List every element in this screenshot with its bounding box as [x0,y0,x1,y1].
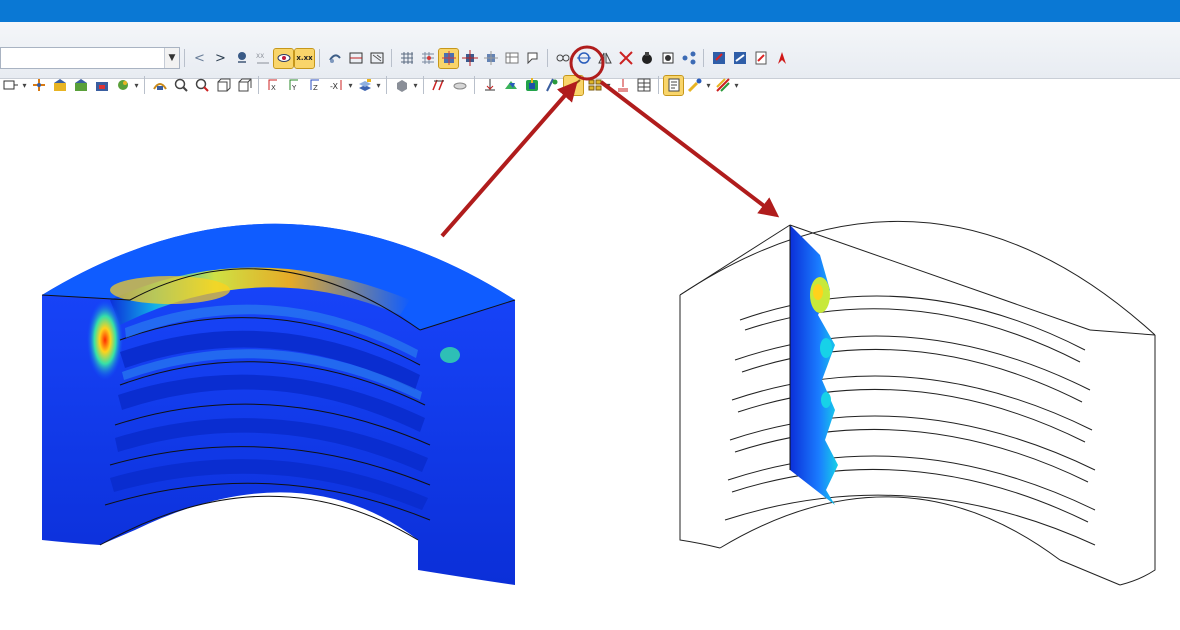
toolbar-separator [319,49,320,67]
grid-points-icon[interactable] [418,49,437,68]
mirror-icon[interactable] [595,49,614,68]
toolbar-separator [703,49,704,67]
circle-cut-icon[interactable] [574,49,593,68]
view-combo[interactable]: ▼ [0,47,180,69]
view-eye-icon[interactable] [273,47,294,69]
stamp-icon[interactable] [658,49,677,68]
export-active-icon[interactable] [730,49,749,68]
node-copy-icon[interactable] [481,49,500,68]
rotate-icon[interactable] [325,49,344,68]
node-move-icon[interactable] [460,49,479,68]
left-stress-model [41,223,516,585]
section-slice [789,225,838,505]
section-plane-icon[interactable] [346,49,365,68]
share-icon[interactable] [679,49,698,68]
svg-text:XX: XX [256,53,264,60]
right-section-model [679,220,1156,586]
cross-icon[interactable] [616,49,635,68]
mesh-grid-icon[interactable] [397,49,416,68]
object-icon[interactable] [637,49,656,68]
chain-icon[interactable] [553,49,572,68]
toolbar-separator [391,49,392,67]
scale-icon[interactable]: XX [253,49,272,68]
toolbar-area: ▼ < > XX x.xx ▾ ▾ X Y Z -X ▾ ▾ ▾ ▾ ▾ ▾ [0,22,1180,96]
nav-back-icon[interactable]: < [190,49,209,68]
window-title-bar [0,0,1180,22]
model-viewport[interactable] [0,79,1180,630]
value-display-icon[interactable]: x.xx [294,47,315,69]
pin-icon[interactable] [232,49,251,68]
fit-view-icon[interactable] [438,47,459,69]
probe-icon[interactable] [523,49,542,68]
acrobat-icon[interactable] [772,49,791,68]
value-display-label: x.xx [296,54,313,62]
nav-forward-icon[interactable]: > [211,49,230,68]
table-icon[interactable] [502,49,521,68]
chevron-down-icon[interactable]: ▼ [164,48,179,68]
toolbar-separator [547,49,548,67]
section-fill-icon[interactable] [367,49,386,68]
toolbar-row-1: ▼ < > XX x.xx [0,46,792,70]
toolbar-separator [184,49,185,67]
export-icon[interactable] [709,49,728,68]
pdf-icon[interactable] [751,49,770,68]
